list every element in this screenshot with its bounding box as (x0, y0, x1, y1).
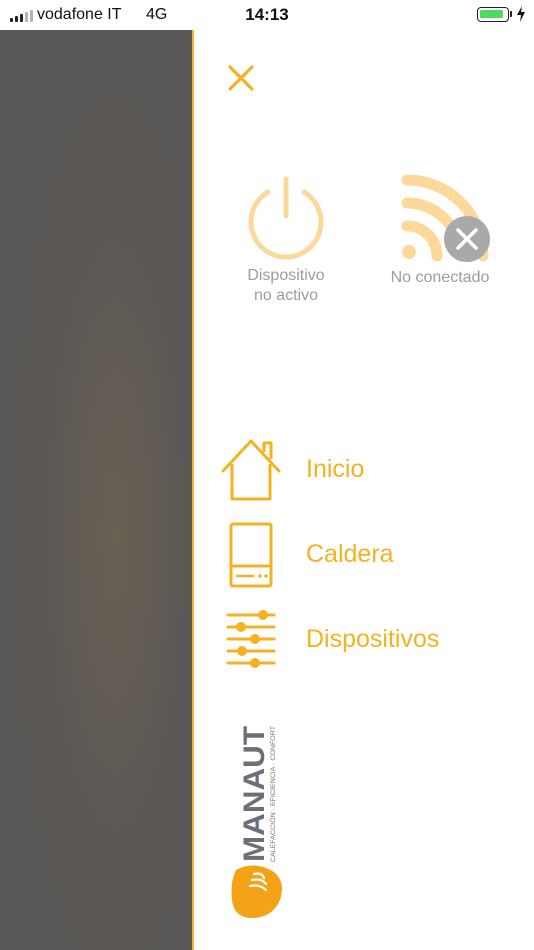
svg-text:CALEFACCIÓN · EFICIENCIA · CON: CALEFACCIÓN · EFICIENCIA · CONFORT (270, 726, 277, 862)
manaut-logo: MANAUT CALEFACCIÓN · EFICIENCIA · CONFOR… (231, 726, 282, 918)
sliders-icon (226, 610, 276, 668)
close-icon[interactable] (223, 60, 259, 96)
wifi-status-label: No conectado (390, 269, 490, 286)
boiler-icon (229, 522, 273, 588)
status-bar: vodafone IT 4G 14:13 (0, 0, 534, 30)
wifi-disconnected-icon (401, 174, 490, 262)
drawer-border (192, 30, 194, 950)
charging-bolt-icon (517, 6, 525, 22)
battery-icon (477, 7, 509, 22)
menu-label-dispositivos: Dispositivos (306, 625, 440, 653)
home-icon (221, 439, 281, 501)
menu-label-caldera: Caldera (306, 540, 394, 568)
menu-item-dispositivos[interactable]: Dispositivos (218, 607, 518, 677)
power-status-label: Dispositivo no activo (247, 267, 325, 304)
menu-item-caldera[interactable]: Caldera (218, 522, 518, 592)
power-icon (248, 176, 324, 260)
svg-text:MANAUT: MANAUT (238, 726, 271, 862)
device-status-power: Dispositivo no activo (226, 172, 346, 306)
menu-label-inicio: Inicio (306, 455, 365, 483)
menu-item-inicio[interactable]: Inicio (218, 437, 518, 507)
device-status-wifi: No conectado (380, 172, 500, 288)
clock: 14:13 (245, 5, 289, 24)
dimmed-background-overlay[interactable] (0, 30, 192, 950)
